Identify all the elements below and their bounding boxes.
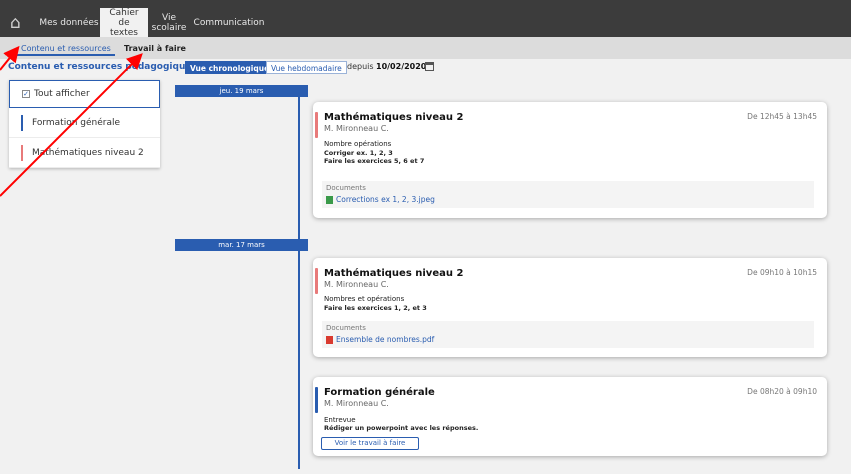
section-title: Contenu et ressources pédagogiques <box>8 62 197 72</box>
subject-color-marker <box>21 114 23 131</box>
nav-label: Vie scolaire <box>151 12 187 33</box>
lesson-content: Entrevue <box>324 416 356 424</box>
top-navigation-bar: ⌂ Mes données Cahier de textes Vie scola… <box>0 0 851 38</box>
lesson-title: Formation générale <box>324 387 435 398</box>
depuis-label: depuis <box>347 62 374 71</box>
lesson-card[interactable]: Mathématiques niveau 2 M. Mironneau C. D… <box>313 102 827 218</box>
nav-communication[interactable]: Communication <box>192 8 266 37</box>
view-homework-button[interactable]: Voir le travail à faire <box>321 437 419 450</box>
nav-label: Cahier de textes <box>109 7 139 38</box>
subject-color-marker <box>315 112 318 138</box>
tab-contenu-et-ressources[interactable]: Contenu et ressources <box>17 41 115 56</box>
lesson-line: Corriger ex. 1, 2, 3 <box>324 149 393 157</box>
lesson-title: Mathématiques niveau 2 <box>324 112 464 123</box>
subject-filter-panel: ✓ Tout afficher Formation générale Mathé… <box>9 80 160 168</box>
lesson-line: Faire les exercices 5, 6 et 7 <box>324 157 425 165</box>
document-link[interactable]: Ensemble de nombres.pdf <box>326 335 434 344</box>
lesson-time: De 12h45 à 13h45 <box>747 112 817 121</box>
document-filename: Corrections ex 1, 2, 3.jpeg <box>336 195 435 204</box>
subject-color-marker <box>315 387 318 413</box>
image-file-icon <box>326 195 333 204</box>
view-weekly-button[interactable]: Vue hebdomadaire <box>266 61 347 74</box>
date-field[interactable]: 10/02/2020 <box>376 62 426 71</box>
lesson-time: De 08h20 à 09h10 <box>747 387 817 396</box>
lesson-teacher: M. Mironneau C. <box>324 124 389 133</box>
timeline-date-header: mar. 17 mars <box>175 239 308 251</box>
lesson-line: Faire les exercices 1, 2, et 3 <box>324 304 427 312</box>
lesson-content: Nombres et opérations <box>324 295 405 303</box>
nav-cahier-de-textes[interactable]: Cahier de textes <box>100 7 148 38</box>
lesson-card[interactable]: Formation générale M. Mironneau C. De 08… <box>313 377 827 456</box>
filter-label: Mathématiques niveau 2 <box>32 147 144 158</box>
subject-color-marker <box>21 144 23 161</box>
checkbox-icon[interactable]: ✓ <box>22 90 30 98</box>
lesson-title: Mathématiques niveau 2 <box>324 268 464 279</box>
filter-mathematiques-niveau-2[interactable]: Mathématiques niveau 2 <box>9 138 160 168</box>
documents-label: Documents <box>326 324 366 332</box>
nav-mes-donnees[interactable]: Mes données <box>38 8 100 37</box>
filter-formation-generale[interactable]: Formation générale <box>9 108 160 138</box>
timeline-line <box>298 97 300 469</box>
documents-label: Documents <box>326 184 366 192</box>
nav-label: Mes données <box>39 17 99 28</box>
nav-label: Communication <box>193 17 265 28</box>
subject-color-marker <box>315 268 318 294</box>
home-icon[interactable]: ⌂ <box>10 14 32 32</box>
lesson-teacher: M. Mironneau C. <box>324 399 389 408</box>
lesson-teacher: M. Mironneau C. <box>324 280 389 289</box>
lesson-content: Nombre opérations <box>324 140 392 148</box>
pdf-file-icon <box>326 335 333 344</box>
calendar-icon[interactable] <box>425 62 434 71</box>
lesson-time: De 09h10 à 10h15 <box>747 268 817 277</box>
filter-tout-afficher[interactable]: ✓ Tout afficher <box>9 80 160 108</box>
tab-travail-a-faire[interactable]: Travail à faire <box>120 41 190 56</box>
timeline-date-header: jeu. 19 mars <box>175 85 308 97</box>
lesson-card[interactable]: Mathématiques niveau 2 M. Mironneau C. D… <box>313 258 827 357</box>
filter-label: Tout afficher <box>34 89 90 99</box>
document-link[interactable]: Corrections ex 1, 2, 3.jpeg <box>326 195 435 204</box>
nav-vie-scolaire[interactable]: Vie scolaire <box>148 8 190 37</box>
lesson-line: Rédiger un powerpoint avec les réponses. <box>324 424 479 432</box>
view-chronological-button[interactable]: Vue chronologique <box>185 61 275 74</box>
documents-box: Documents Ensemble de nombres.pdf <box>322 321 814 348</box>
document-filename: Ensemble de nombres.pdf <box>336 335 435 344</box>
documents-box: Documents Corrections ex 1, 2, 3.jpeg <box>322 181 814 208</box>
filter-label: Formation générale <box>32 117 121 128</box>
